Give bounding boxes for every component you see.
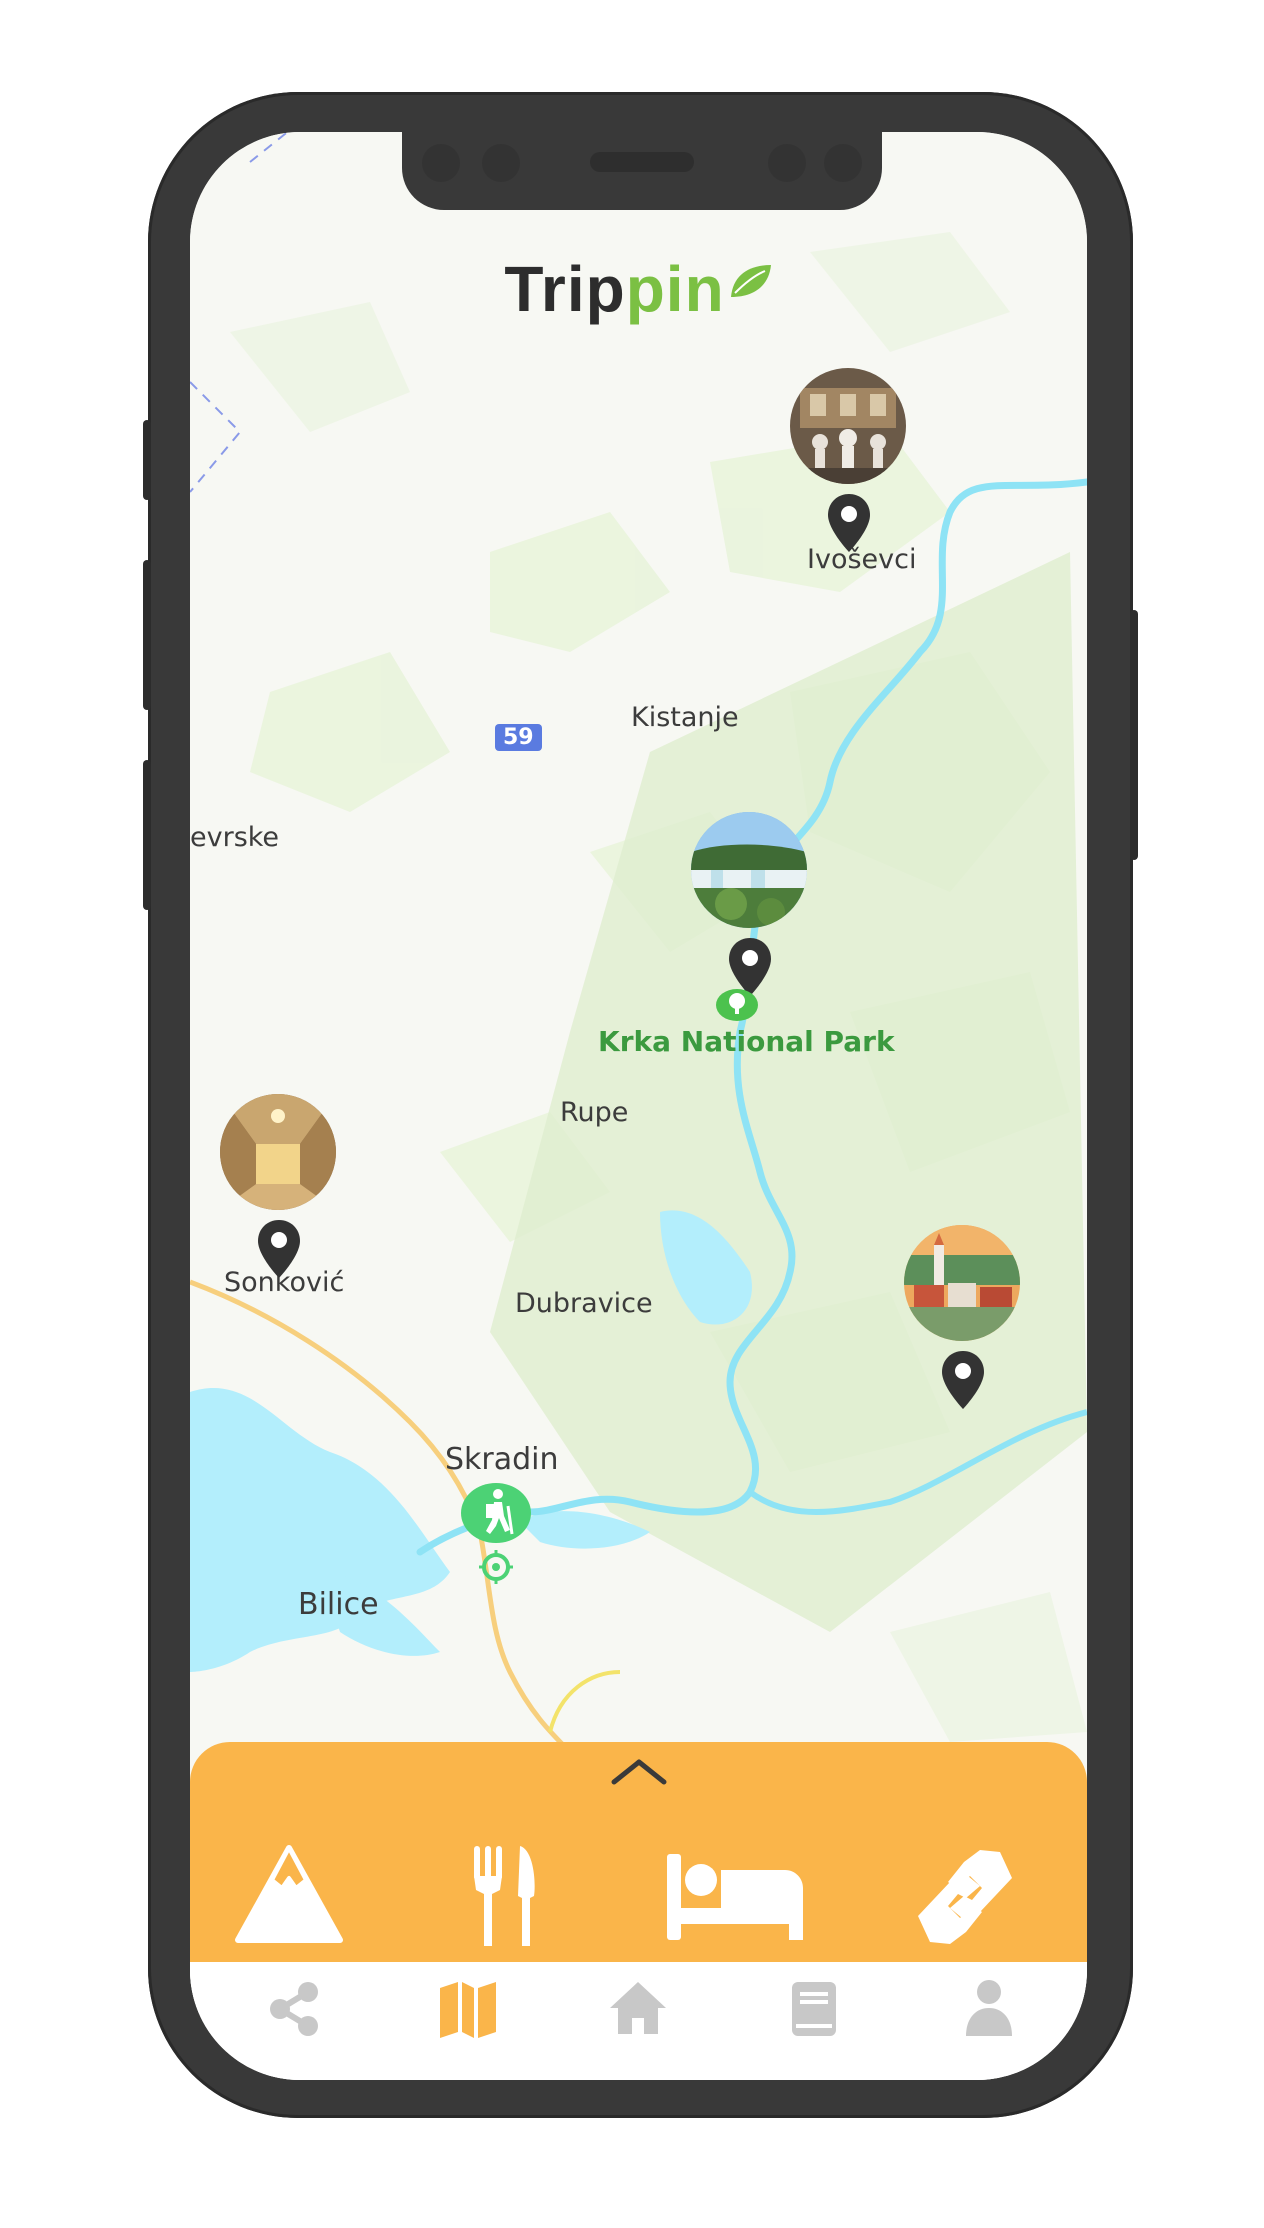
app-screen: Trippin Ivoševci Kistanje 59 evrske Krka…: [190, 132, 1087, 2080]
place-label-rupe: Rupe: [560, 1097, 629, 1128]
handshake-icon[interactable]: [910, 1846, 1020, 1950]
logo-text-trip: Trip: [504, 253, 626, 325]
mountain-icon[interactable]: [234, 1842, 344, 1946]
fork-knife-icon[interactable]: [470, 1844, 542, 1948]
place-label-dubravice: Dubravice: [515, 1288, 653, 1319]
place-label-krka-national-park: Krka National Park: [598, 1025, 895, 1058]
phone-notch: [402, 132, 882, 210]
park-tree-icon[interactable]: [715, 988, 759, 1022]
poi-photo: [790, 368, 906, 484]
leaf-icon: [730, 265, 771, 297]
poi-photo: [691, 812, 807, 928]
speaker-grille: [590, 152, 694, 172]
camera-dot: [768, 144, 806, 182]
map-icon[interactable]: [438, 1980, 498, 2040]
home-icon[interactable]: [608, 1980, 668, 2036]
location-target-icon[interactable]: [479, 1550, 513, 1584]
phone-volume-down: [143, 760, 151, 910]
category-drawer[interactable]: [190, 1742, 1087, 1962]
museum-poi[interactable]: [790, 368, 908, 554]
camera-dot: [824, 144, 862, 182]
phone-volume-up: [143, 560, 151, 710]
poi-photo: [220, 1094, 336, 1210]
map-pin-icon: [258, 1220, 300, 1278]
bottom-tab-bar: [190, 1962, 1087, 2080]
map-pin-icon: [942, 1351, 984, 1409]
logo-text-pin: pin: [625, 253, 725, 325]
phone-power-button: [1130, 610, 1138, 860]
camera-dot: [422, 144, 460, 182]
map-pin-icon: [828, 494, 870, 552]
app-logo: Trippin: [190, 252, 1087, 326]
poi-photo: [904, 1225, 1020, 1341]
phone-side-button: [143, 420, 151, 500]
town-poi[interactable]: [904, 1225, 1022, 1411]
user-icon[interactable]: [964, 1978, 1014, 2038]
road-number-badge: 59: [495, 724, 542, 751]
waterfall-poi[interactable]: [691, 812, 809, 998]
share-icon[interactable]: [266, 1980, 322, 2038]
chevron-up-icon[interactable]: [608, 1754, 670, 1788]
book-icon[interactable]: [790, 1980, 838, 2038]
place-label-evrske: evrske: [190, 822, 280, 853]
place-label-kistanje: Kistanje: [631, 702, 739, 733]
place-label-bilice: Bilice: [298, 1587, 379, 1622]
hiking-icon[interactable]: [460, 1482, 532, 1544]
camera-dot: [482, 144, 520, 182]
bed-icon[interactable]: [665, 1852, 805, 1942]
place-label-skradin: Skradin: [445, 1442, 559, 1477]
palace-hall-poi[interactable]: [220, 1094, 338, 1280]
